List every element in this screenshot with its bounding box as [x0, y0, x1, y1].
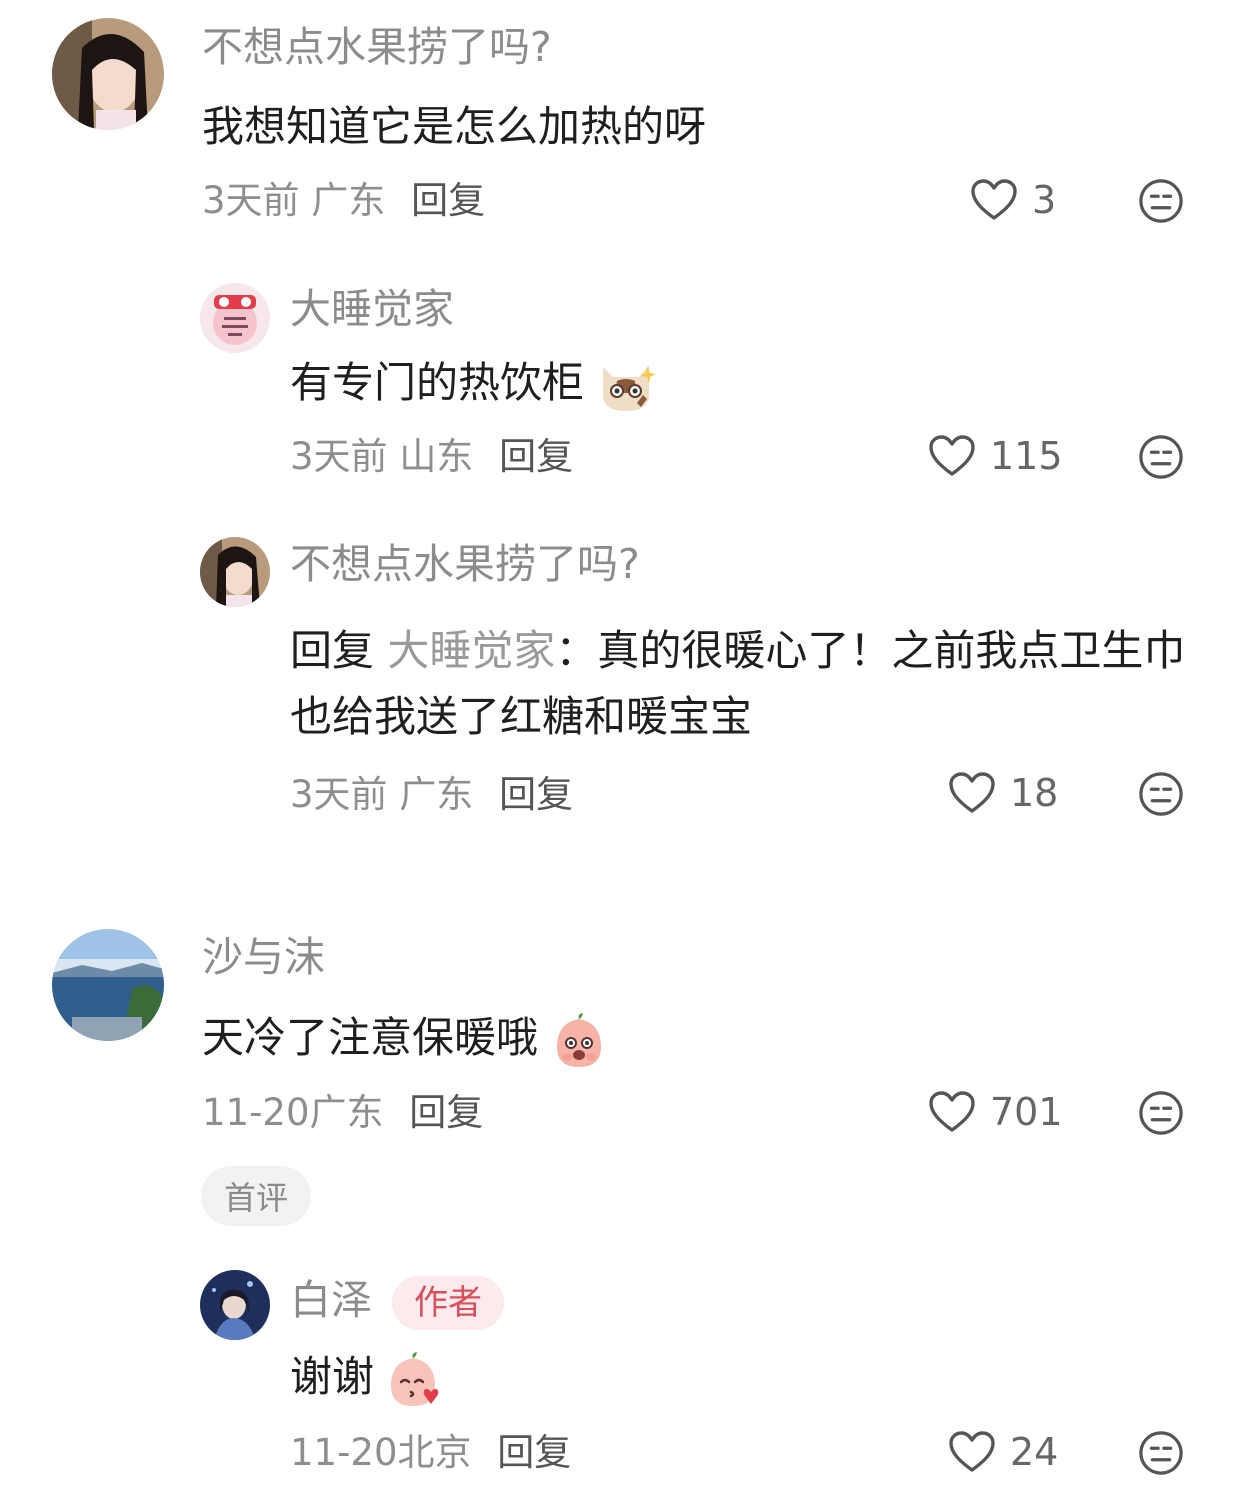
avatar[interactable] — [200, 1270, 270, 1340]
comment-location: 山东 — [399, 435, 474, 478]
reply-button[interactable]: 回复 — [499, 435, 573, 478]
username[interactable]: 不想点水果捞了吗? — [202, 27, 552, 68]
avatar[interactable] — [52, 18, 164, 130]
reply-colon: ： — [555, 626, 598, 675]
heart-outline-icon — [928, 1090, 976, 1134]
comment-location: 广东 — [309, 1091, 384, 1134]
unamused-face-icon[interactable] — [1138, 1090, 1184, 1136]
comment-meta: 11-20广东 回复 — [202, 1094, 483, 1131]
peach-surprised-emoji-icon — [557, 1012, 602, 1067]
reply-button[interactable]: 回复 — [499, 773, 573, 816]
comment-text-content: 有专门的热饮柜 — [290, 358, 585, 407]
like-button[interactable]: 701 — [928, 1090, 1063, 1134]
avatar[interactable] — [52, 929, 164, 1041]
like-count: 24 — [1010, 1430, 1059, 1474]
comment-location: 广东 — [399, 773, 474, 816]
like-count: 18 — [1010, 771, 1059, 815]
avatar[interactable] — [200, 283, 270, 353]
unamused-face-icon[interactable] — [1138, 771, 1184, 817]
comment-meta: 3天前 广东 回复 — [290, 776, 573, 813]
username[interactable]: 大睡觉家 — [290, 289, 454, 330]
unamused-face-icon[interactable] — [1138, 1430, 1184, 1476]
reply-button[interactable]: 回复 — [411, 179, 485, 222]
heart-outline-icon — [928, 434, 976, 478]
like-button[interactable]: 18 — [948, 771, 1058, 815]
comment-time: 11-20 — [202, 1091, 310, 1134]
comment-text-content: 谢谢 — [290, 1352, 375, 1401]
comment-meta: 3天前 广东 回复 — [202, 182, 485, 219]
heart-outline-icon — [948, 1430, 996, 1474]
first-comment-badge: 首评 — [201, 1166, 311, 1226]
heart-outline-icon — [970, 178, 1018, 222]
username[interactable]: 白泽 — [290, 1276, 372, 1324]
username[interactable]: 不想点水果捞了吗? — [290, 544, 640, 585]
comment-location: 广东 — [311, 179, 386, 222]
comment-time: 3天前 — [290, 773, 388, 816]
heart-outline-icon — [948, 771, 996, 815]
reply-button[interactable]: 回复 — [409, 1091, 483, 1134]
author-badge: 作者 — [392, 1276, 504, 1330]
like-button[interactable]: 24 — [948, 1430, 1058, 1474]
comment-location: 北京 — [397, 1431, 472, 1474]
cat-emoji-icon — [603, 364, 656, 411]
comment-text: 我想知道它是怎么加热的呀 — [202, 102, 707, 151]
username-row: 白泽 作者 — [290, 1276, 504, 1330]
comment-text: 回复 大睡觉家：真的很暖心了！之前我点卫生巾也给我送了红糖和暖宝宝 — [290, 618, 1200, 751]
reply-button[interactable]: 回复 — [497, 1431, 571, 1474]
username[interactable]: 沙与沫 — [202, 937, 325, 978]
comment-text-content: 天冷了注意保暖哦 — [202, 1013, 539, 1062]
reply-prefix: 回复 — [290, 626, 375, 675]
like-count: 3 — [1032, 178, 1057, 222]
unamused-face-icon[interactable] — [1138, 434, 1184, 480]
peach-kiss-emoji-icon — [391, 1351, 439, 1406]
like-button[interactable]: 115 — [928, 434, 1063, 478]
comment-meta: 11-20北京 回复 — [290, 1434, 571, 1471]
comment-time: 3天前 — [202, 179, 300, 222]
comment-time: 11-20 — [290, 1431, 398, 1474]
comment-meta: 3天前 山东 回复 — [290, 438, 573, 475]
comment-text: 谢谢 — [290, 1344, 443, 1410]
comment-text: 天冷了注意保暖哦 — [202, 1005, 607, 1071]
comment-time: 3天前 — [290, 435, 388, 478]
like-button[interactable]: 3 — [970, 178, 1056, 222]
like-count: 701 — [990, 1090, 1063, 1134]
avatar[interactable] — [200, 537, 270, 607]
like-count: 115 — [990, 434, 1063, 478]
comment-text: 有专门的热饮柜 — [290, 350, 656, 416]
reply-target-name[interactable]: 大睡觉家 — [387, 626, 555, 675]
unamused-face-icon[interactable] — [1138, 178, 1184, 224]
